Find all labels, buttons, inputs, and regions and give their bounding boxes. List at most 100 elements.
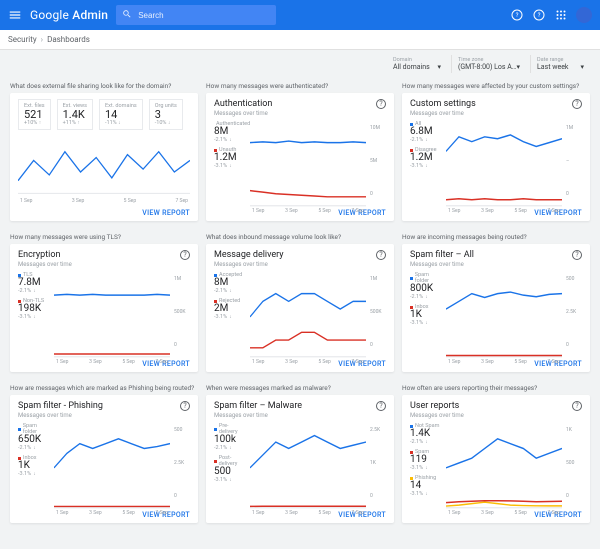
- stats-row: Ext. files 521 +10% Ext. views 1.4K +11%…: [18, 99, 190, 130]
- card-subtitle: Messages over time: [410, 110, 476, 117]
- card-delivery: Message delivery Messages over time ? Ac…: [206, 244, 394, 372]
- legend: Not Spam 1.4K -2.1% Spam 119 -3.1% Phish…: [410, 423, 442, 509]
- card-subtitle: Messages over time: [410, 261, 474, 268]
- avatar[interactable]: [576, 7, 592, 23]
- legend-item: Post-delivery 500 -3.1%: [214, 455, 246, 483]
- card-user_reports: User reports Messages over time ? Not Sp…: [402, 395, 590, 523]
- legend-item: Non-TLS 198K -3.1%: [18, 298, 50, 320]
- help-icon[interactable]: ?: [376, 250, 386, 260]
- legend-item: Disagree 1.2M -3.1%: [410, 147, 442, 169]
- menu-icon[interactable]: [8, 8, 22, 22]
- card-auth: Authentication Messages over time ? Auth…: [206, 93, 394, 221]
- card-subtitle: Messages over time: [214, 261, 284, 268]
- card-subtitle: Messages over time: [214, 412, 302, 419]
- chart-y-axis: 5002.5K0: [174, 423, 190, 509]
- help-icon[interactable]: ?: [180, 250, 190, 260]
- filter-domain[interactable]: Domain All domains▾: [387, 55, 447, 73]
- chart-x-axis: 1 Sep3 Sep5 Sep7 Sep: [250, 359, 366, 365]
- legend-item: Authenticated 8M -2.1%: [214, 121, 246, 143]
- chart-y-axis: 5002.5K0: [566, 272, 582, 358]
- chart-x-axis: 1 Sep3 Sep5 Sep7 Sep: [446, 359, 562, 365]
- stat-box: Org units 3 -10%: [149, 99, 183, 130]
- card-question: How are messages which are marked as Phi…: [10, 380, 198, 395]
- card-custom: Custom settings Messages over time ? All…: [402, 93, 590, 221]
- legend: Pre-delivery 100k -2.1% Post-delivery 50…: [214, 423, 246, 509]
- announcements-icon[interactable]: ?: [532, 8, 546, 22]
- chart: 1 Sep3 Sep5 Sep7 Sep: [18, 130, 190, 207]
- filter-timezone[interactable]: Time zone (GMT-8:00) Los A…▾: [451, 55, 526, 73]
- chevron-right-icon: ›: [41, 35, 43, 44]
- chart-y-axis: 1M–0: [566, 121, 582, 207]
- chart: 1 Sep3 Sep5 Sep7 Sep: [250, 272, 366, 358]
- help-icon[interactable]: ?: [510, 8, 524, 22]
- card-title: Encryption: [18, 250, 72, 260]
- card-title: Authentication: [214, 99, 272, 109]
- card-title: Spam filter – All: [410, 250, 474, 260]
- help-icon[interactable]: ?: [572, 250, 582, 260]
- card-title: User reports: [410, 401, 464, 411]
- legend: TLS 7.8M -2.1% Non-TLS 198K -3.1%: [18, 272, 50, 358]
- card-spam_all: Spam filter – All Messages over time ? S…: [402, 244, 590, 372]
- help-icon[interactable]: ?: [572, 99, 582, 109]
- chart: 1 Sep3 Sep5 Sep7 Sep: [54, 272, 170, 358]
- card-subtitle: Messages over time: [410, 412, 464, 419]
- legend-item: All 6.8M -2.1%: [410, 121, 442, 143]
- legend-item: Spam folder 650K -2.1%: [18, 423, 50, 451]
- help-icon[interactable]: ?: [572, 401, 582, 411]
- legend-item: Spam 119 -3.1%: [410, 449, 442, 471]
- legend-item: Not Spam 1.4K -2.1%: [410, 423, 442, 445]
- help-icon[interactable]: ?: [376, 99, 386, 109]
- card-title: Spam filter – Malware: [214, 401, 302, 411]
- chevron-down-icon: ▾: [516, 63, 520, 71]
- apps-icon[interactable]: [554, 8, 568, 22]
- filter-bar: Domain All domains▾ Time zone (GMT-8:00)…: [0, 50, 600, 78]
- card-title: Message delivery: [214, 250, 284, 260]
- legend: Spam folder 650K -2.1% Inbox 1K -3.1%: [18, 423, 50, 509]
- search-box[interactable]: [116, 5, 276, 25]
- chart-y-axis: 1M500K0: [370, 272, 386, 358]
- legend-item: Inbox 1K -3.1%: [410, 304, 442, 326]
- legend: Spam folder 800K -2.1% Inbox 1K -3.1%: [410, 272, 442, 358]
- chart-x-axis: 1 Sep3 Sep5 Sep7 Sep: [446, 208, 562, 214]
- chart-x-axis: 1 Sep3 Sep5 Sep7 Sep: [446, 510, 562, 516]
- chart-y-axis: 1K5000: [566, 423, 582, 509]
- breadcrumb-dashboards[interactable]: Dashboards: [47, 35, 90, 44]
- card-sharing: Ext. files 521 +10% Ext. views 1.4K +11%…: [10, 93, 198, 221]
- chart-y-axis: 1M500K0: [174, 272, 190, 358]
- card-encryption: Encryption Messages over time ? TLS 7.8M…: [10, 244, 198, 372]
- card-subtitle: Messages over time: [214, 110, 272, 117]
- card-question: How many messages were authenticated?: [206, 78, 394, 93]
- breadcrumb-security[interactable]: Security: [8, 35, 37, 44]
- card-question: How many messages were affected by your …: [402, 78, 590, 93]
- card-question: How are incoming messages being routed?: [402, 229, 590, 244]
- legend-item: Unauth 1.2M -3.1%: [214, 147, 246, 169]
- chart-x-axis: 1 Sep3 Sep5 Sep7 Sep: [250, 208, 366, 214]
- breadcrumb: Security › Dashboards: [0, 30, 600, 50]
- stat-box: Ext. files 521 +10%: [18, 99, 51, 130]
- chart-x-axis: 1 Sep3 Sep5 Sep7 Sep: [54, 510, 170, 516]
- legend: All 6.8M -2.1% Disagree 1.2M -3.1%: [410, 121, 442, 207]
- card-title: Custom settings: [410, 99, 476, 109]
- chart: 1 Sep3 Sep5 Sep7 Sep: [446, 272, 562, 358]
- chart-x-axis: 1 Sep3 Sep5 Sep7 Sep: [250, 510, 366, 516]
- filter-daterange[interactable]: Date range Last week▾: [530, 55, 590, 73]
- stat-box: Ext. views 1.4K +11%: [57, 99, 93, 130]
- view-report-link[interactable]: VIEW REPORT: [142, 209, 190, 217]
- legend: Authenticated 8M -2.1% Unauth 1.2M -3.1%: [214, 121, 246, 207]
- dashboard-grid: What does external file sharing look lik…: [0, 78, 600, 533]
- card-question: How many messages were using TLS?: [10, 229, 198, 244]
- chart-y-axis: 10M5M0: [370, 121, 386, 207]
- legend-item: Spam folder 800K -2.1%: [410, 272, 442, 300]
- card-subtitle: Messages over time: [18, 412, 103, 419]
- chart-x-axis: 1 Sep3 Sep5 Sep7 Sep: [18, 198, 190, 204]
- search-input[interactable]: [138, 11, 270, 20]
- chevron-down-icon: ▾: [580, 63, 584, 71]
- help-icon[interactable]: ?: [180, 401, 190, 411]
- card-spam_malware: Spam filter – Malware Messages over time…: [206, 395, 394, 523]
- legend: Accepted 8M -2.1% Rejected 2M -3.1%: [214, 272, 246, 358]
- legend-item: Pre-delivery 100k -2.1%: [214, 423, 246, 451]
- help-icon[interactable]: ?: [376, 401, 386, 411]
- svg-text:?: ?: [538, 12, 541, 19]
- card-question: How often are users reporting their mess…: [402, 380, 590, 395]
- card-question: What does inbound message volume look li…: [206, 229, 394, 244]
